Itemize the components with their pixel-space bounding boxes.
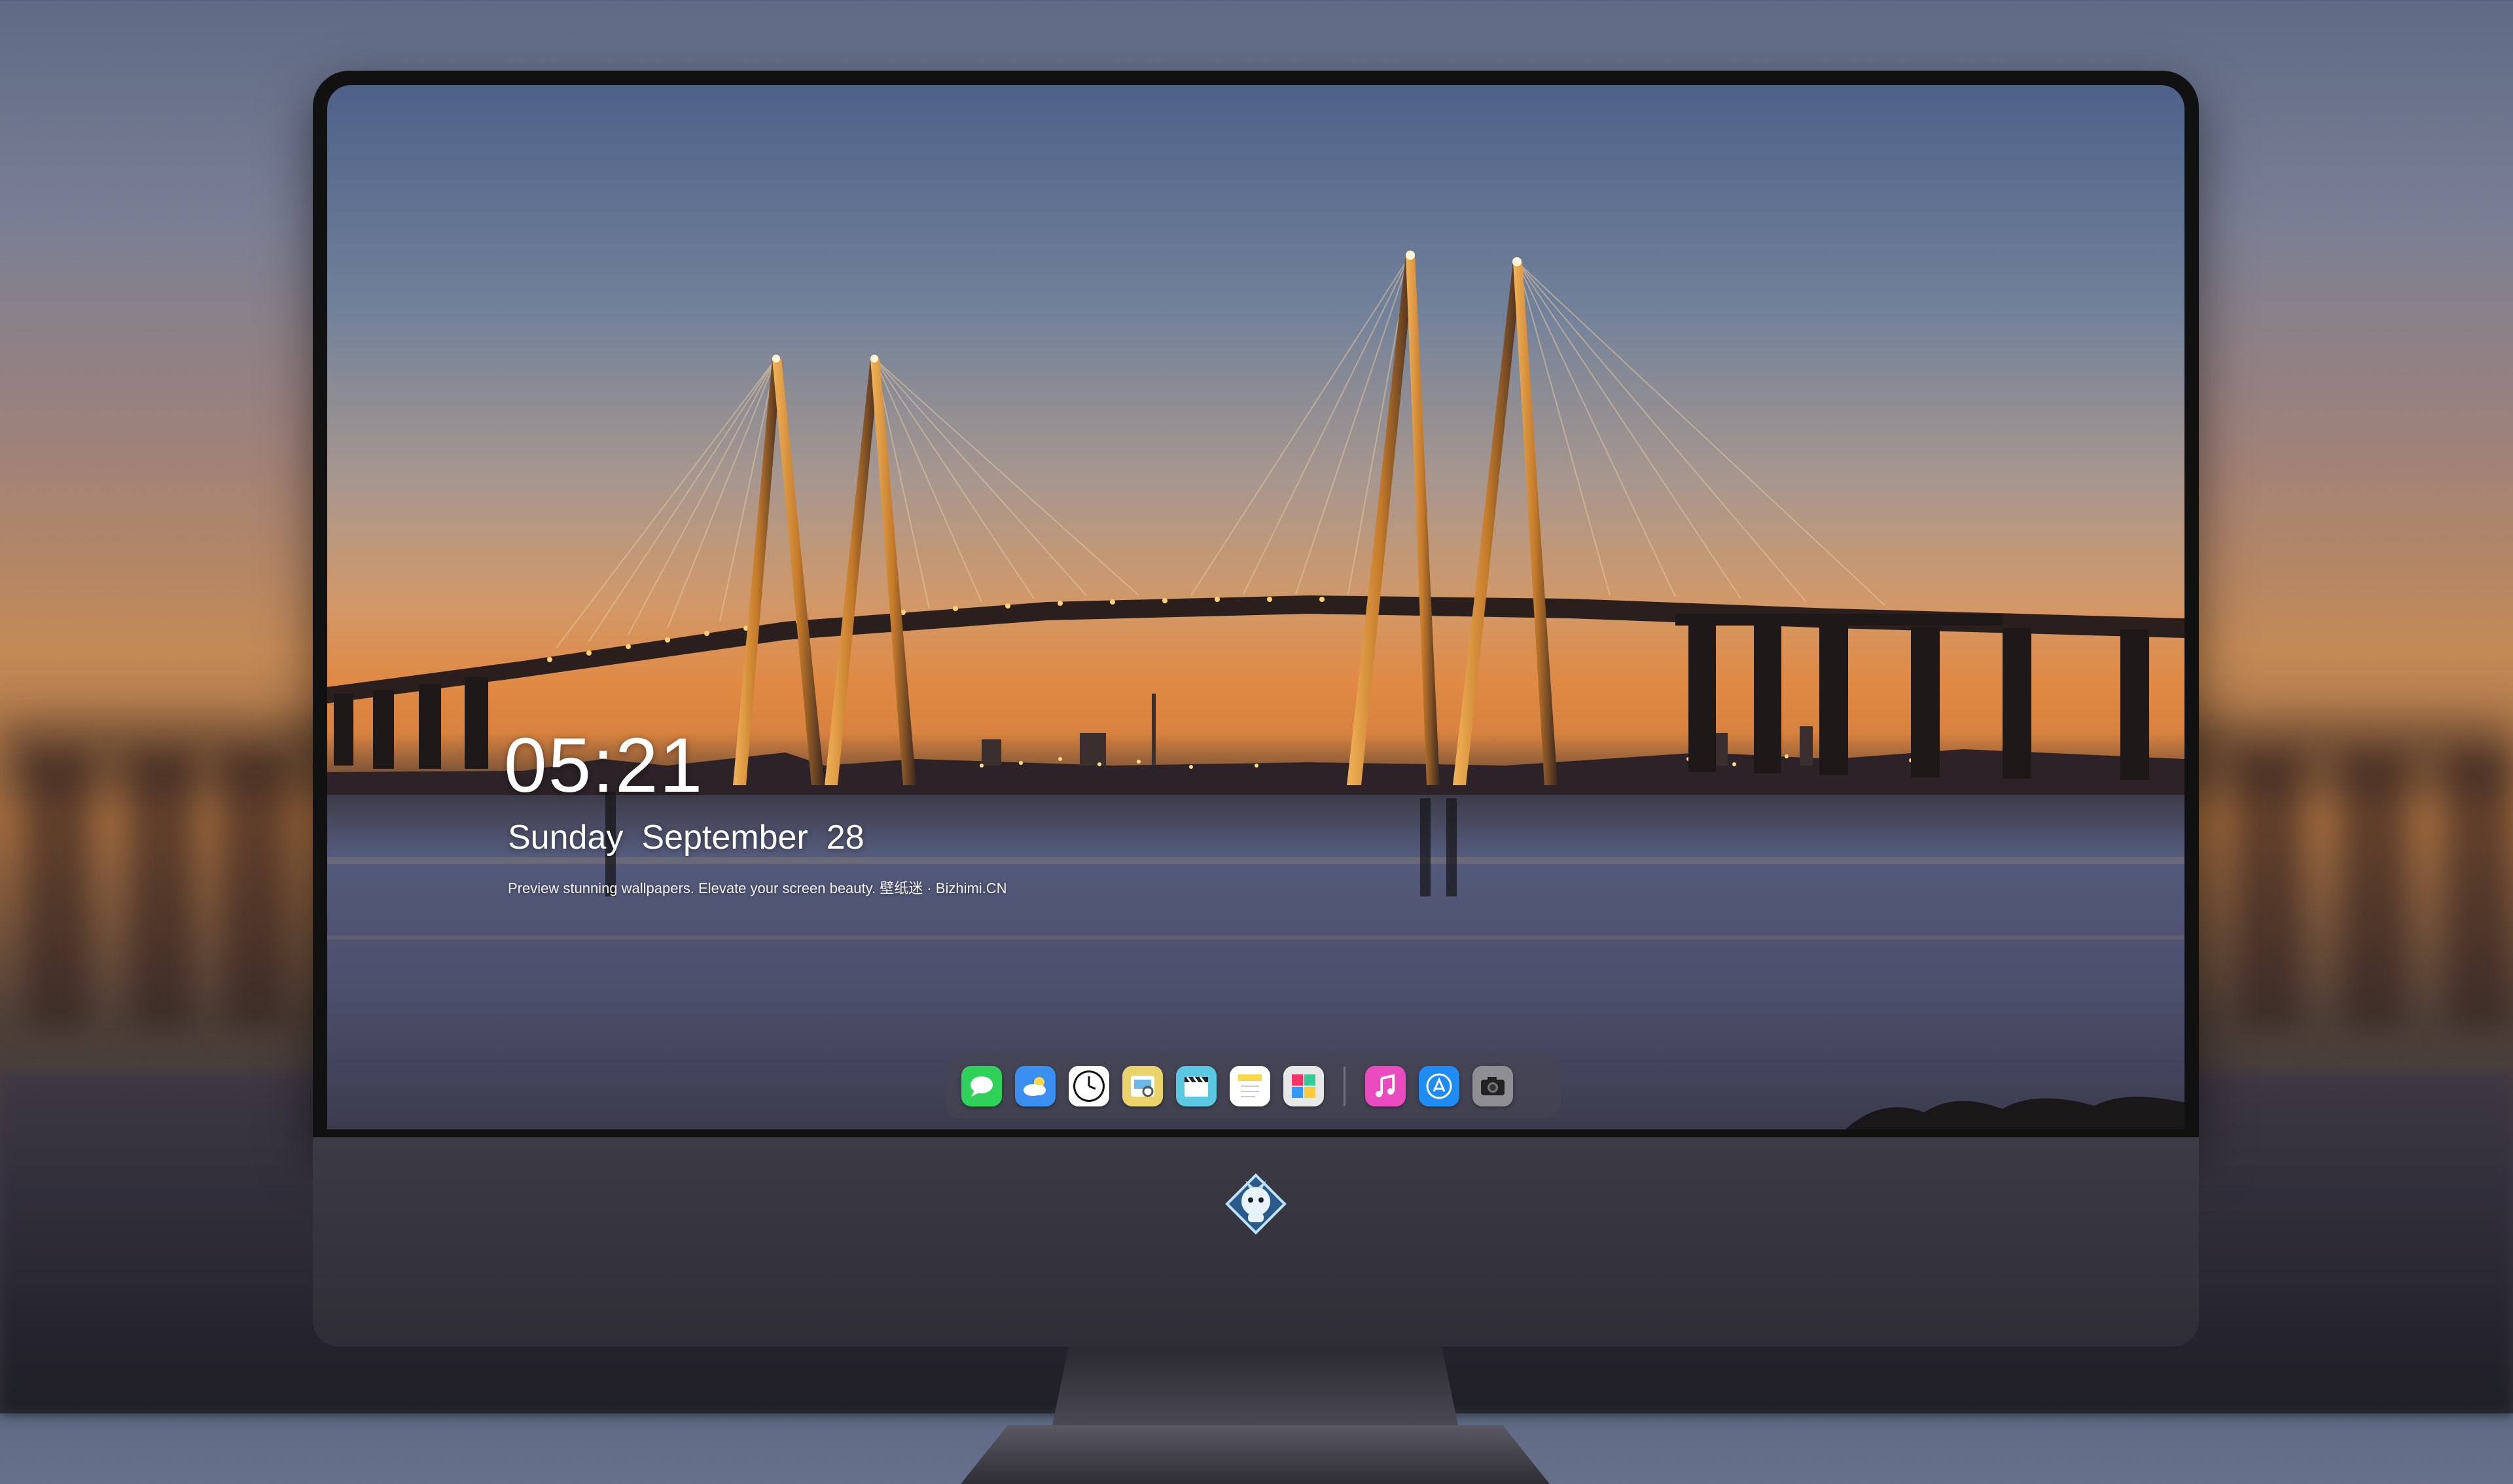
blurred-pillar	[2448, 752, 2510, 1027]
wallpaper-tagline: Preview stunning wallpapers. Elevate you…	[508, 880, 1007, 896]
imac-monitor: 05:21 Sunday September 28 Preview stunning…	[313, 71, 2199, 1484]
music-icon[interactable]	[1365, 1066, 1406, 1106]
notes-icon[interactable]	[1230, 1066, 1270, 1106]
blurred-pillar	[26, 752, 88, 1027]
messages-icon[interactable]	[961, 1066, 1002, 1106]
monitor-stand-base	[961, 1425, 1550, 1484]
camera-icon[interactable]	[1472, 1066, 1513, 1106]
lock-screen-date: Sunday September 28	[508, 818, 883, 857]
monitor-stand-neck	[1052, 1347, 1458, 1425]
blurred-pillar	[223, 752, 285, 1027]
app-store-icon[interactable]	[1419, 1066, 1459, 1106]
photo-booth-icon[interactable]	[1283, 1066, 1324, 1106]
monitor-chin	[313, 1137, 2199, 1347]
dock-separator	[1344, 1067, 1346, 1106]
date-month: September	[641, 819, 808, 857]
preview-icon[interactable]	[1122, 1066, 1163, 1106]
lock-screen[interactable]: 05:21 Sunday September 28 Preview stunning…	[327, 85, 2184, 1129]
clock-icon[interactable]	[1069, 1066, 1109, 1106]
weather-icon[interactable]	[1015, 1066, 1056, 1106]
lock-screen-time: 05:21	[504, 722, 704, 809]
clapperboard-icon[interactable]	[1176, 1066, 1217, 1106]
date-weekday: Sunday	[508, 819, 624, 857]
date-day: 28	[826, 819, 864, 857]
blurred-pillar	[2343, 752, 2405, 1027]
brand-logo	[1223, 1171, 1289, 1237]
dock	[946, 1053, 1561, 1119]
lock-screen-overlay: 05:21 Sunday September 28 Preview stunning…	[327, 85, 2184, 1129]
blurred-pillar	[2238, 752, 2300, 1027]
dragon-mascot-icon	[1225, 1173, 1287, 1235]
blurred-pillar	[131, 752, 193, 1027]
